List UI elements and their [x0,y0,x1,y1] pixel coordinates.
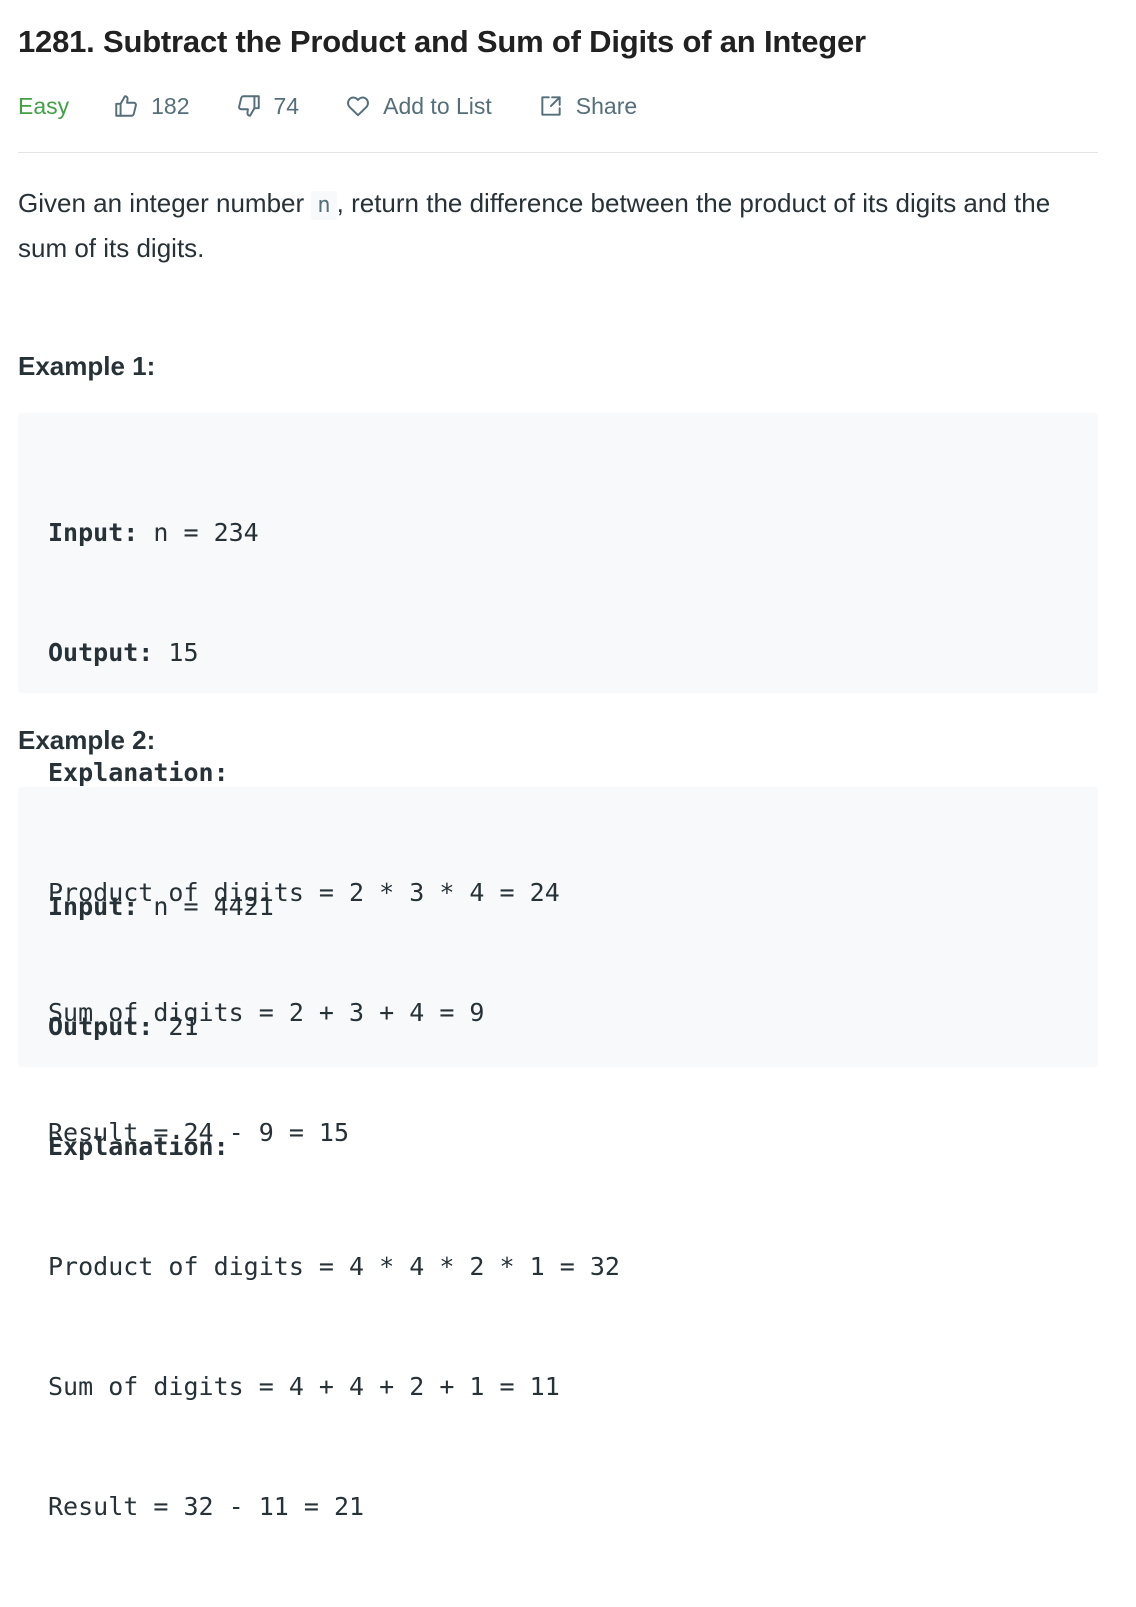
thumbs-down-icon [236,93,262,119]
share-icon [538,93,564,119]
example-2-explanation-line: Explanation: [48,1127,1068,1167]
example-2-explanation-sum: Sum of digits = 4 + 4 + 2 + 1 = 11 [48,1372,560,1401]
example-1-input-line: Input: n = 234 [48,513,1068,553]
difficulty-label: Easy [18,92,70,119]
explanation-label: Explanation: [48,758,229,787]
input-value: n = 234 [138,518,259,547]
thumbs-up-icon [113,93,139,119]
inline-code-n: n [311,191,337,220]
output-value: 15 [153,638,199,667]
like-button[interactable]: 182 [113,92,190,120]
dislike-count: 74 [273,92,300,119]
example-1-title: Example 1: [18,351,156,381]
example-2-explanation-product: Product of digits = 4 * 4 * 2 * 1 = 32 [48,1252,620,1281]
input-value: n = 4421 [138,892,274,921]
problem-title: 1281. Subtract the Product and Sum of Di… [18,24,866,59]
example-1-output-line: Output: 15 [48,633,1068,673]
example-2-explanation-result: Result = 32 - 11 = 21 [48,1492,365,1521]
example-1-block: Input: n = 234 Output: 15 Explanation: P… [18,413,1098,1147]
heart-icon [345,93,371,119]
share-label: Share [575,92,638,119]
input-label: Input: [48,892,139,921]
example-2-block: Input: n = 4421 Output: 21 Explanation: … [18,787,1098,1521]
share-button[interactable]: Share [538,93,637,120]
output-label: Output: [48,1012,154,1041]
dislike-button[interactable]: 74 [236,92,300,120]
problem-page: 1281. Subtract the Product and Sum of Di… [18,0,1098,1521]
like-count: 182 [151,92,190,119]
problem-description: Given an integer number n, return the di… [18,182,1098,269]
explanation-label: Explanation: [48,1132,229,1161]
problem-meta-bar: Easy 182 74 Add to List Share [18,86,1098,126]
header-divider [18,152,1098,153]
output-value: 21 [153,1012,199,1041]
output-label: Output: [48,638,154,667]
input-label: Input: [48,518,139,547]
description-text-start: Given an integer number [18,188,312,218]
add-to-list-label: Add to List [383,92,492,119]
add-to-list-button[interactable]: Add to List [345,93,492,120]
